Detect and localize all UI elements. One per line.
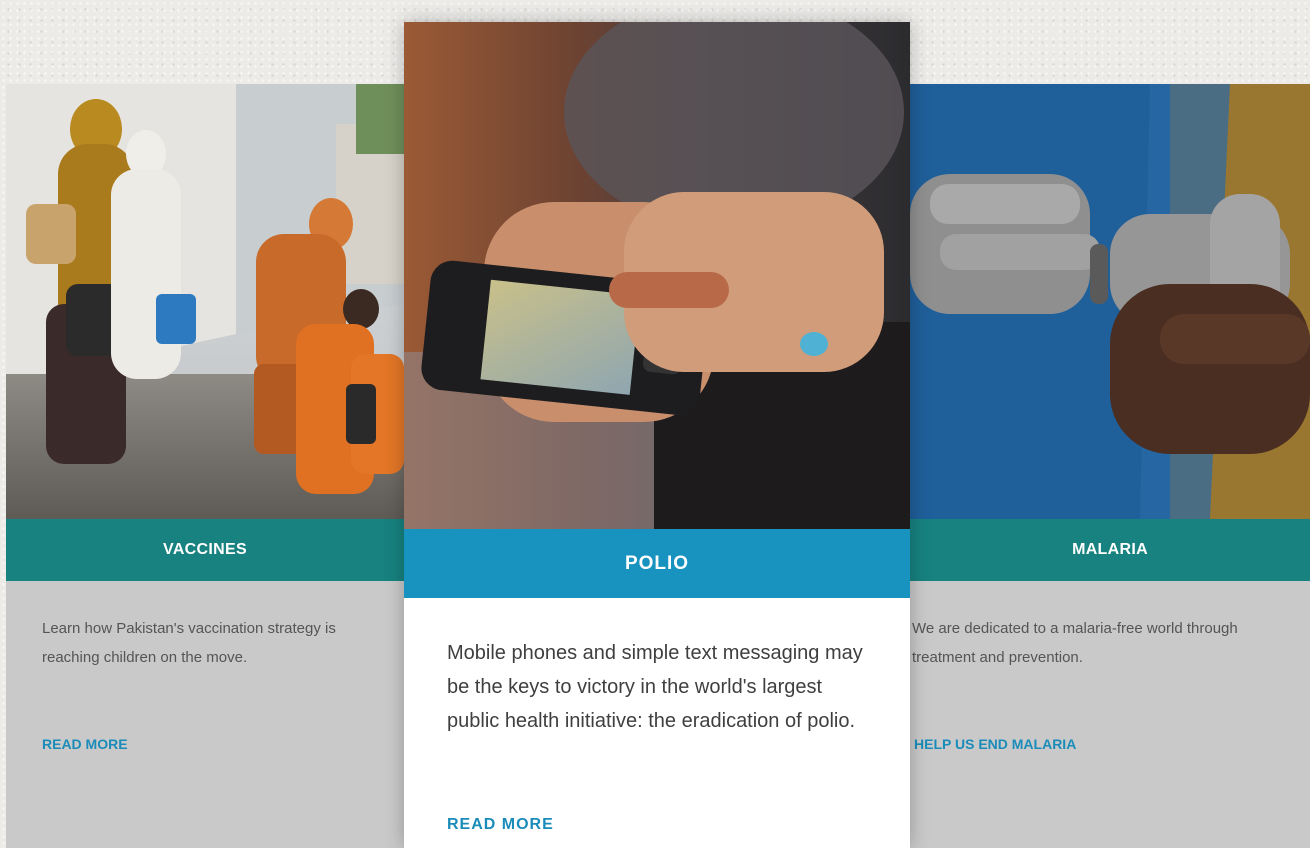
malaria-description: We are dedicated to a malaria-free world…: [912, 620, 1238, 666]
malaria-help-link[interactable]: HELP US END MALARIA: [914, 736, 1076, 752]
polio-photo: [404, 22, 910, 529]
malaria-card: MALARIA We are dedicated to a malaria-fr…: [910, 84, 1310, 848]
malaria-title: MALARIA: [910, 519, 1310, 581]
vaccines-photo: [6, 84, 404, 519]
polio-title: POLIO: [404, 529, 910, 598]
polio-card: POLIO Mobile phones and simple text mess…: [404, 22, 910, 848]
polio-description: Mobile phones and simple text messaging …: [447, 642, 863, 732]
polio-read-more-link[interactable]: READ MORE: [447, 816, 554, 834]
vaccines-description: Learn how Pakistan's vaccination strateg…: [42, 620, 336, 666]
vaccines-read-more-link[interactable]: READ MORE: [42, 736, 128, 752]
vaccines-card: VACCINES Learn how Pakistan's vaccinatio…: [6, 84, 404, 848]
vaccines-title: VACCINES: [6, 519, 404, 581]
malaria-photo: [910, 84, 1310, 519]
